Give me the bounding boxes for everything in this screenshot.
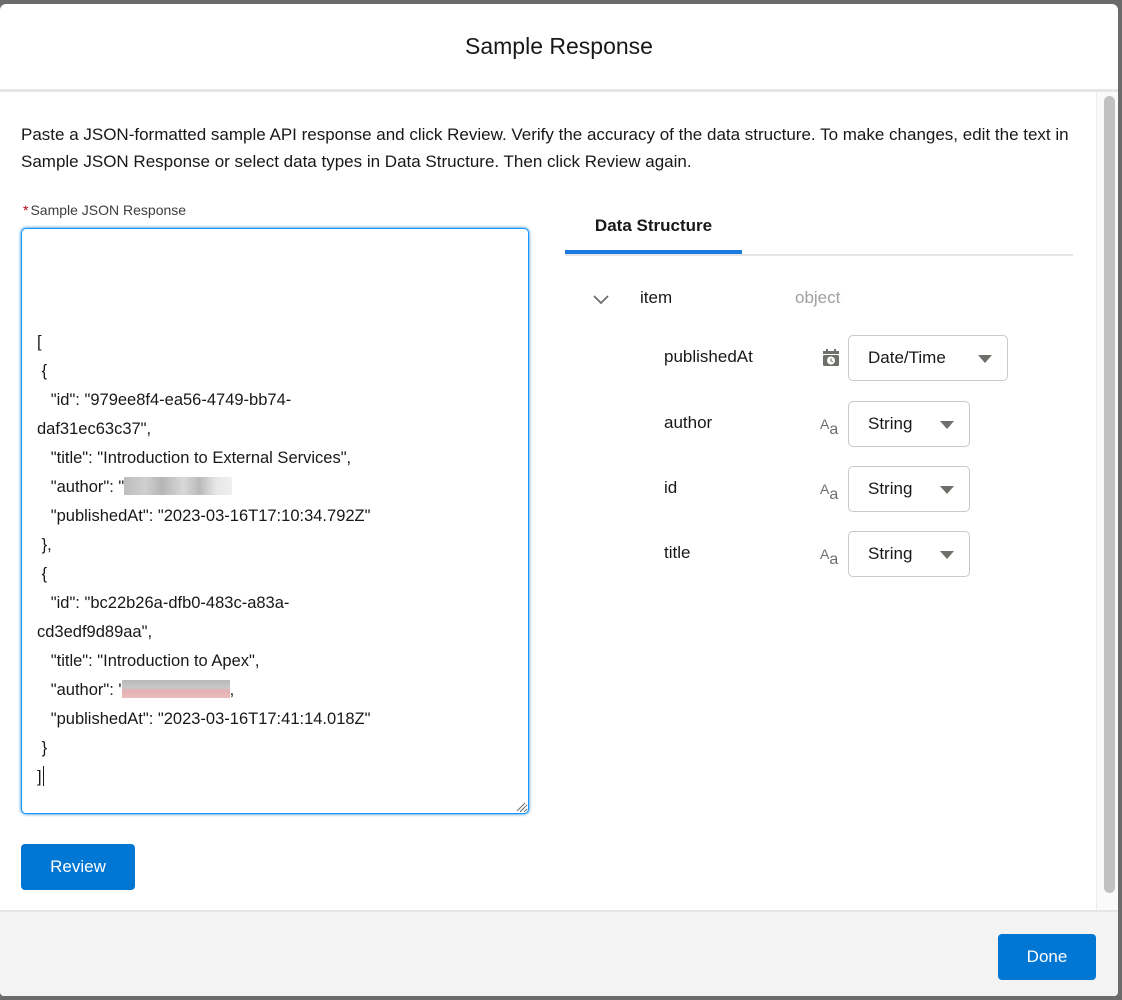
json-text-line: } [37, 734, 513, 763]
json-text-line: daf31ec63c37", [37, 415, 513, 444]
json-text-line: "author": " [37, 473, 513, 502]
json-line-text: cd3edf9d89aa", [37, 623, 153, 641]
text-caret [42, 766, 44, 786]
required-marker: * [23, 202, 29, 218]
json-text-line: "author": ', [37, 676, 513, 705]
resize-grip-icon[interactable] [515, 801, 525, 811]
json-line-text: }, [37, 536, 52, 554]
json-line-text: { [37, 565, 48, 583]
modal-title: Sample Response [465, 33, 653, 59]
json-line-text: [ [37, 333, 42, 351]
redacted-value [121, 680, 230, 698]
text-aa-icon: Aa [820, 546, 839, 568]
json-line-text: "publishedAt": "2023-03-16T17:10:34.792Z… [37, 507, 371, 525]
done-button[interactable]: Done [998, 934, 1096, 980]
chevron-down-icon[interactable] [590, 288, 612, 310]
json-text-line: "title": "Introduction to Apex", [37, 647, 513, 676]
json-field-label: * Sample JSON Response [23, 202, 186, 218]
sample-json-textarea[interactable]: [ { "id": "979ee8f4-ea56-4749-bb74- daf31… [21, 228, 529, 814]
root-node-type: object [795, 288, 841, 307]
field-name: id [664, 478, 678, 497]
sample-response-modal: Sample Response Paste a JSON-formatted s… [0, 4, 1118, 996]
json-line-text: "id": "979ee8f4-ea56-4749-bb74- [37, 391, 292, 409]
json-field-label-text: Sample JSON Response [30, 202, 187, 218]
json-line-text: "id": "bc22b26a-dfb0-483c-a83a- [37, 594, 290, 612]
json-text-line: "publishedAt": "2023-03-16T17:10:34.792Z… [37, 502, 513, 531]
type-select-id[interactable]: String [848, 466, 970, 512]
scrollbar-thumb[interactable] [1104, 96, 1115, 893]
instructions-text: Paste a JSON-formatted sample API respon… [21, 125, 1069, 171]
json-text-line: { [37, 357, 513, 386]
json-line-text: { [37, 362, 48, 380]
type-select-value: String [868, 479, 913, 498]
json-text-line: ] [37, 763, 513, 792]
json-line-text: "publishedAt": "2023-03-16T17:41:14.018Z… [37, 710, 371, 728]
text-aa-icon: Aa [820, 416, 839, 438]
calendar-clock-icon [823, 349, 839, 366]
dropdown-arrow-icon [978, 355, 992, 363]
field-row-id: id Aa String [664, 466, 1064, 512]
modal-body: Paste a JSON-formatted sample API respon… [0, 92, 1096, 910]
json-line-suffix: , [229, 681, 235, 699]
text-aa-icon: Aa [820, 481, 839, 503]
json-line-text: ] [37, 768, 42, 786]
type-select-value: Date/Time [868, 348, 946, 367]
json-line-text: "title": "Introduction to Apex", [37, 652, 260, 670]
json-text-line: { [37, 560, 513, 589]
type-select-publishedAt[interactable]: Date/Time [848, 335, 1008, 381]
dropdown-arrow-icon [940, 551, 954, 559]
field-row-publishedAt: publishedAt Date/Time [664, 335, 1064, 381]
json-text-line: cd3edf9d89aa", [37, 618, 513, 647]
modal-header: Sample Response [0, 4, 1118, 92]
root-node-name: item [640, 288, 673, 307]
json-text-line: }, [37, 531, 513, 560]
json-line-text: } [37, 739, 48, 757]
type-select-author[interactable]: String [848, 401, 970, 447]
field-name: title [664, 543, 691, 562]
json-line-text: "title": "Introduction to External Servi… [37, 449, 352, 467]
dropdown-arrow-icon [940, 421, 954, 429]
type-select-value: String [868, 544, 913, 563]
json-text-line: "id": "bc22b26a-dfb0-483c-a83a- [37, 589, 513, 618]
modal-footer: Done [0, 910, 1118, 996]
json-line-text: "author": ' [37, 681, 122, 699]
field-name: author [664, 413, 713, 432]
json-text-line: "title": "Introduction to External Servi… [37, 444, 513, 473]
field-name: publishedAt [664, 347, 753, 366]
review-button[interactable]: Review [21, 844, 135, 890]
type-select-value: String [868, 414, 913, 433]
dropdown-arrow-icon [940, 486, 954, 494]
field-row-title: title Aa String [664, 531, 1064, 577]
json-text-line: "id": "979ee8f4-ea56-4749-bb74- [37, 386, 513, 415]
data-structure-tabs: Data Structure [565, 204, 1073, 256]
tab-data-structure[interactable]: Data Structure [565, 204, 742, 254]
json-text-line: "publishedAt": "2023-03-16T17:41:14.018Z… [37, 705, 513, 734]
tree-root-item: item object [590, 284, 990, 314]
modal-scrollbar[interactable] [1096, 92, 1118, 910]
json-line-text: "author": " [37, 478, 125, 496]
json-line-text: daf31ec63c37", [37, 420, 152, 438]
field-row-author: author Aa String [664, 401, 1064, 447]
redacted-value [124, 477, 233, 495]
type-select-title[interactable]: String [848, 531, 970, 577]
json-text-line: [ [37, 328, 513, 357]
